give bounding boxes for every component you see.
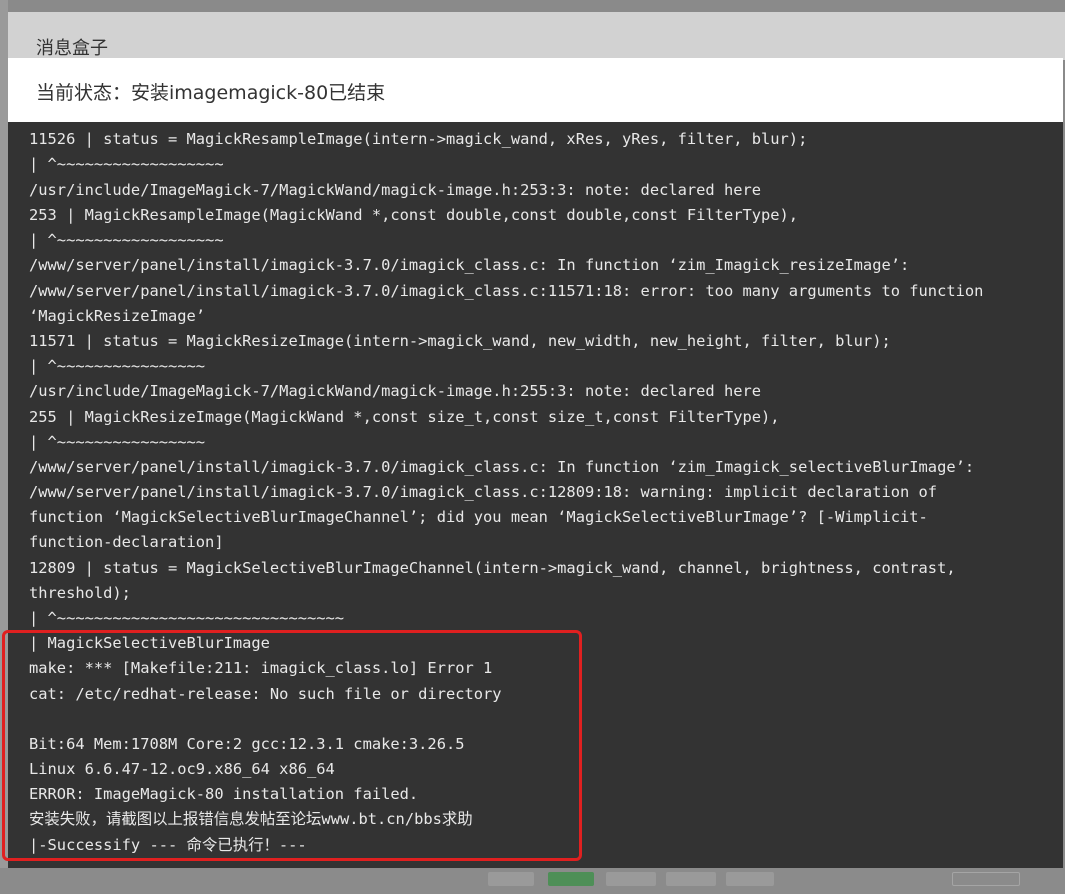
log-line: |-Successify --- 命令已执行！--- [29, 836, 307, 854]
log-line: Bit:64 Mem:1708M Core:2 gcc:12.3.1 cmake… [29, 735, 465, 753]
background-button [726, 872, 774, 886]
log-line: /www/server/panel/install/imagick-3.7.0/… [29, 458, 975, 476]
log-line: /www/server/panel/install/imagick-3.7.0/… [29, 256, 910, 274]
status-text: 当前状态：安装imagemagick-80已结束 [36, 82, 386, 104]
log-line: make: *** [Makefile:211: imagick_class.l… [29, 659, 493, 677]
log-line: 253 | MagickResampleImage(MagickWand *,c… [29, 206, 799, 224]
dialog-title: 消息盒子 [36, 38, 108, 59]
install-log-terminal[interactable]: 11526 | status = MagickResampleImage(int… [8, 122, 1063, 868]
log-line: /usr/include/ImageMagick-7/MagickWand/ma… [29, 181, 762, 199]
log-line: function ‘MagickSelectiveBlurImageChanne… [29, 508, 928, 526]
log-line: /usr/include/ImageMagick-7/MagickWand/ma… [29, 382, 762, 400]
log-line: 11526 | status = MagickResampleImage(int… [29, 130, 808, 148]
log-line: 12809 | status = MagickSelectiveBlurImag… [29, 559, 956, 577]
log-line: ‘MagickResizeImage’ [29, 307, 206, 325]
background-button [952, 872, 1020, 886]
background-button-primary [548, 872, 594, 886]
background-button [606, 872, 656, 886]
log-line: cat: /etc/redhat-release: No such file o… [29, 685, 502, 703]
log-line: | ^~~~~~~~~~~~~~~~~ [29, 433, 206, 451]
log-line: /www/server/panel/install/imagick-3.7.0/… [29, 282, 984, 300]
log-line: threshold); [29, 584, 131, 602]
dialog-title-bar[interactable] [8, 12, 1065, 60]
log-line: 安装失败，请截图以上报错信息发帖至论坛www.bt.cn/bbs求助 [29, 810, 473, 828]
background-button [666, 872, 716, 886]
log-line: | ^~~~~~~~~~~~~~~~~~~~~~~~~~~~~~~~ [29, 609, 345, 627]
log-line: /www/server/panel/install/imagick-3.7.0/… [29, 483, 938, 501]
log-line: 11571 | status = MagickResizeImage(inter… [29, 332, 891, 350]
log-line: 255 | MagickResizeImage(MagickWand *,con… [29, 408, 780, 426]
log-line: ERROR: ImageMagick-80 installation faile… [29, 785, 419, 803]
log-line: | ^~~~~~~~~~~~~~~~~ [29, 357, 206, 375]
log-line: function-declaration] [29, 533, 224, 551]
log-line: | MagickSelectiveBlurImage [29, 634, 270, 652]
log-line: | ^~~~~~~~~~~~~~~~~~~ [29, 155, 224, 173]
log-line: | ^~~~~~~~~~~~~~~~~~~ [29, 231, 224, 249]
background-button [488, 872, 534, 886]
log-line: Linux 6.6.47-12.oc9.x86_64 x86_64 [29, 760, 335, 778]
background-page-edge [0, 0, 8, 894]
